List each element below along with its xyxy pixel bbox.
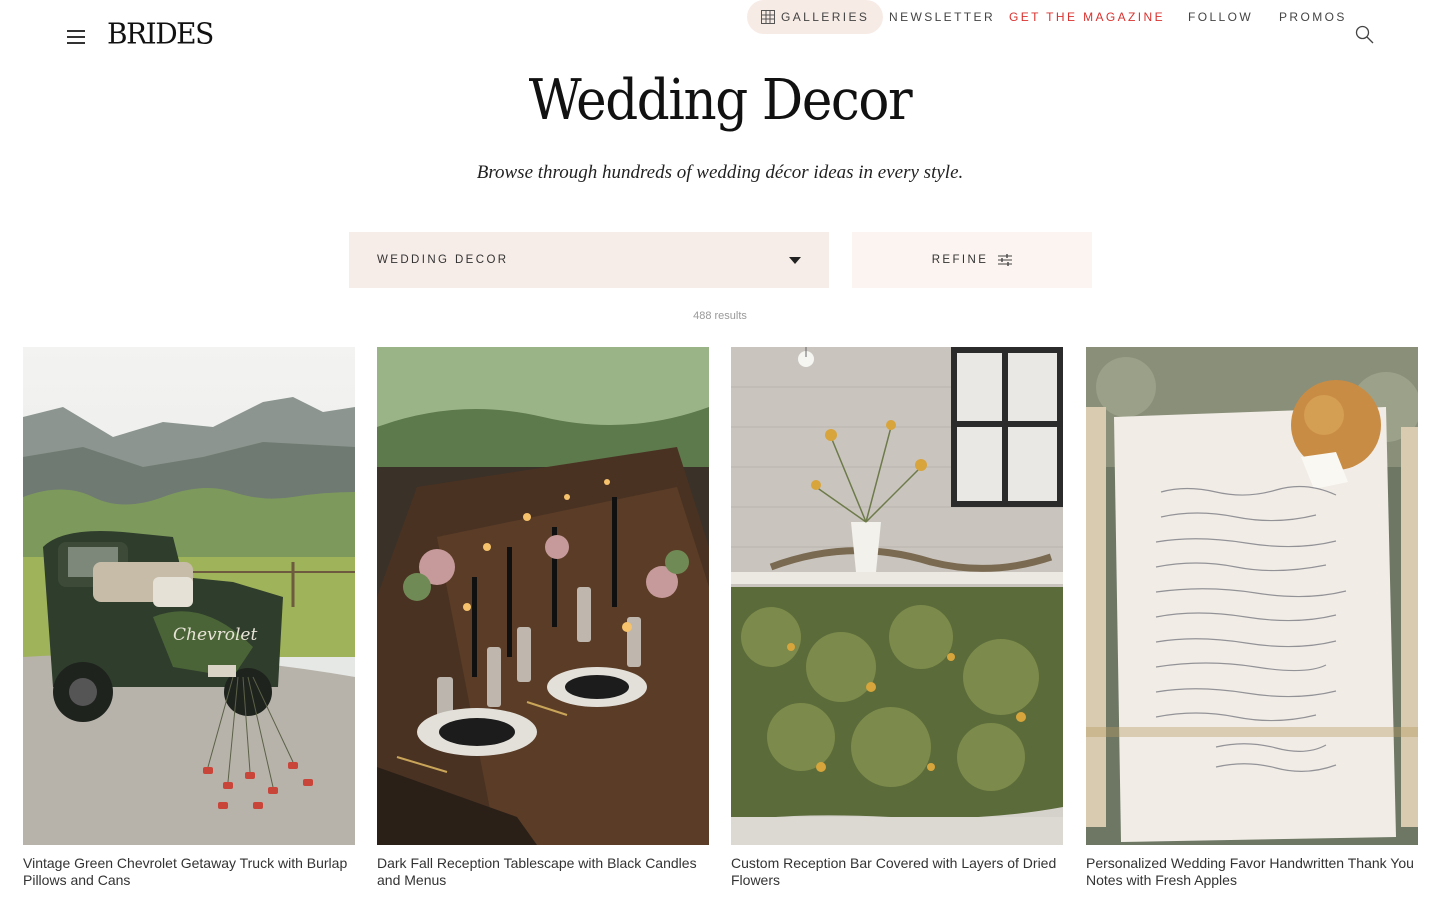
search-icon[interactable] <box>1354 24 1376 46</box>
nav-galleries[interactable]: GALLERIES <box>747 0 884 34</box>
category-dropdown-value: WEDDING DECOR <box>377 254 509 266</box>
site-header: BRIDES GALLERIES NEWSLETTER GET THE MAGA… <box>0 0 1440 72</box>
hamburger-menu-icon[interactable] <box>67 30 85 44</box>
caret-down-icon <box>789 257 801 264</box>
page-subtitle: Browse through hundreds of wedding décor… <box>476 162 964 183</box>
brand-logo[interactable]: BRIDES <box>107 16 214 51</box>
nav-galleries-label: GALLERIES <box>781 10 870 24</box>
truck-script-text: Chevrolet <box>173 625 257 645</box>
nav-follow[interactable]: FOLLOW <box>1188 0 1253 34</box>
card-image-flower-bar[interactable] <box>731 347 1063 845</box>
card-image-truck[interactable]: Chevrolet <box>23 347 355 845</box>
gallery-card[interactable]: Personalized Wedding Favor Handwritten T… <box>1086 347 1418 889</box>
nav-promos[interactable]: PROMOS <box>1279 0 1347 34</box>
refine-button[interactable]: REFINE <box>852 232 1092 288</box>
card-title[interactable]: Personalized Wedding Favor Handwritten T… <box>1086 855 1418 889</box>
nav-get-the-magazine[interactable]: GET THE MAGAZINE <box>1009 0 1165 34</box>
category-dropdown[interactable]: WEDDING DECOR <box>349 232 829 288</box>
card-image-thank-you-note[interactable] <box>1086 347 1418 845</box>
page-title: Wedding Decor <box>528 68 913 133</box>
sliders-icon <box>998 254 1013 266</box>
nav-newsletter[interactable]: NEWSLETTER <box>889 0 995 34</box>
card-title[interactable]: Custom Reception Bar Covered with Layers… <box>731 855 1063 889</box>
card-title[interactable]: Vintage Green Chevrolet Getaway Truck wi… <box>23 855 355 889</box>
gallery-card[interactable]: Custom Reception Bar Covered with Layers… <box>731 347 1063 889</box>
refine-button-label: REFINE <box>931 254 989 266</box>
card-image-tablescape[interactable] <box>377 347 709 845</box>
results-count: 488 results <box>693 310 747 322</box>
card-title[interactable]: Dark Fall Reception Tablescape with Blac… <box>377 855 709 889</box>
gallery-card[interactable]: Dark Fall Reception Tablescape with Blac… <box>377 347 709 889</box>
gallery-card[interactable]: Chevrolet Vintage Green Chevrolet Getawa… <box>23 347 355 889</box>
grid-icon <box>761 10 775 24</box>
